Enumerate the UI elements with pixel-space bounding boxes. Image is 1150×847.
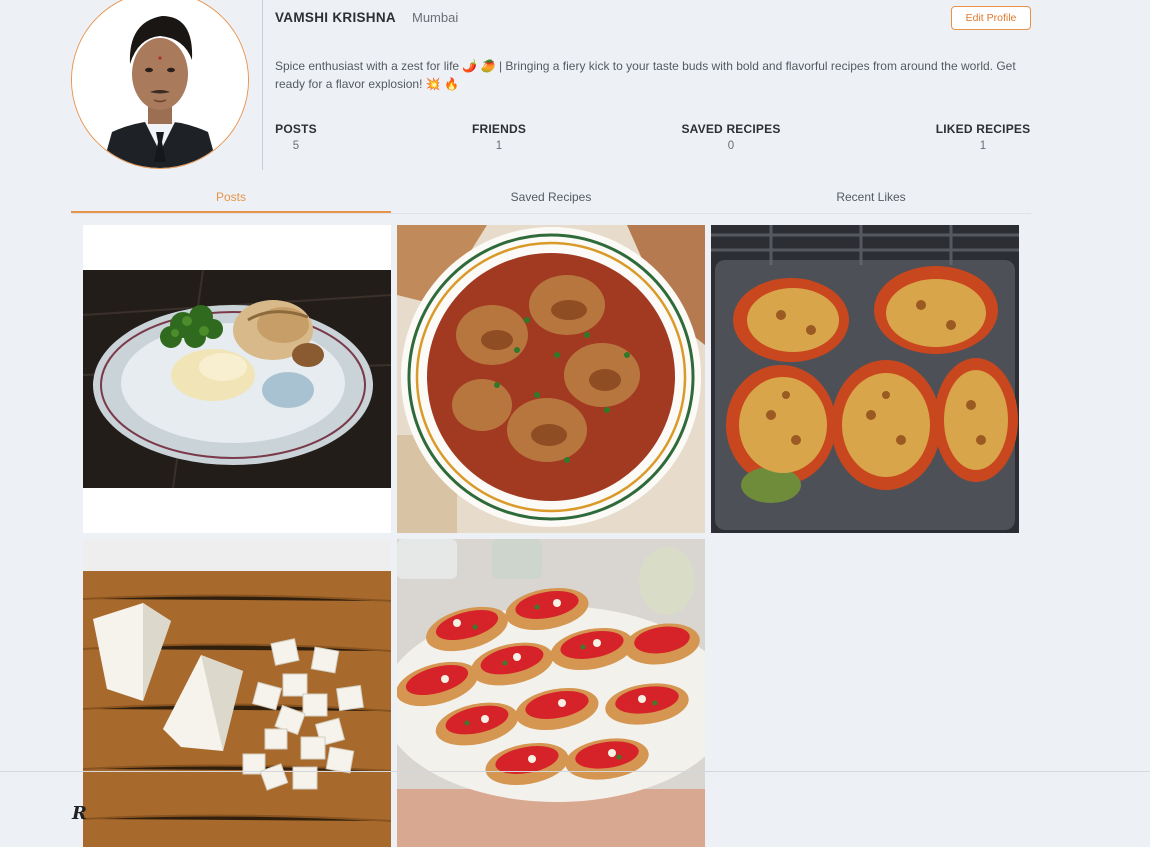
tab-posts[interactable]: Posts [71,184,391,213]
profile-name: VAMSHI KRISHNA [275,10,396,25]
footer-divider [0,771,1150,772]
footer-script-text: R [72,803,87,824]
post-card-paneer-cubes-board[interactable] [83,539,391,847]
stat-liked-label: LIKED RECIPES [935,122,1031,136]
profile-tabs: Posts Saved Recipes Recent Likes [71,184,1031,214]
stat-saved-value: 0 [727,140,735,152]
profile-avatar [71,0,249,169]
roast-chicken-plate-image [83,225,391,533]
tab-recent-likes[interactable]: Recent Likes [711,184,1031,213]
post-card-tomato-bruschetta[interactable] [397,539,705,847]
tab-saved-recipes[interactable]: Saved Recipes [391,184,711,213]
stat-friends-value: 1 [495,140,503,152]
stat-posts[interactable]: POSTS 5 [275,122,317,152]
tomato-bruschetta-image [397,539,705,847]
paneer-cubes-board-image [83,539,391,847]
stat-posts-value: 5 [292,140,300,152]
stat-posts-label: POSTS [275,122,317,136]
stat-liked-recipes[interactable]: LIKED RECIPES 1 [935,122,1031,152]
post-card-stuffed-bell-peppers[interactable] [711,225,1019,533]
stat-saved-label: SAVED RECIPES [681,122,781,136]
stat-friends-label: FRIENDS [471,122,527,136]
post-card-roast-chicken-plate[interactable] [83,225,391,533]
post-card-chicken-tomato-stew[interactable] [397,225,705,533]
stuffed-bell-peppers-image [711,225,1019,533]
chicken-tomato-stew-image [397,225,705,533]
profile-bio: Spice enthusiast with a zest for life 🌶️… [275,59,1016,91]
stat-saved-recipes[interactable]: SAVED RECIPES 0 [680,122,782,152]
stat-friends[interactable]: FRIENDS 1 [469,122,529,152]
profile-divider [262,0,263,170]
edit-profile-button[interactable]: Edit Profile [951,6,1031,30]
profile-location: Mumbai [412,10,459,25]
stat-liked-value: 1 [979,140,987,152]
